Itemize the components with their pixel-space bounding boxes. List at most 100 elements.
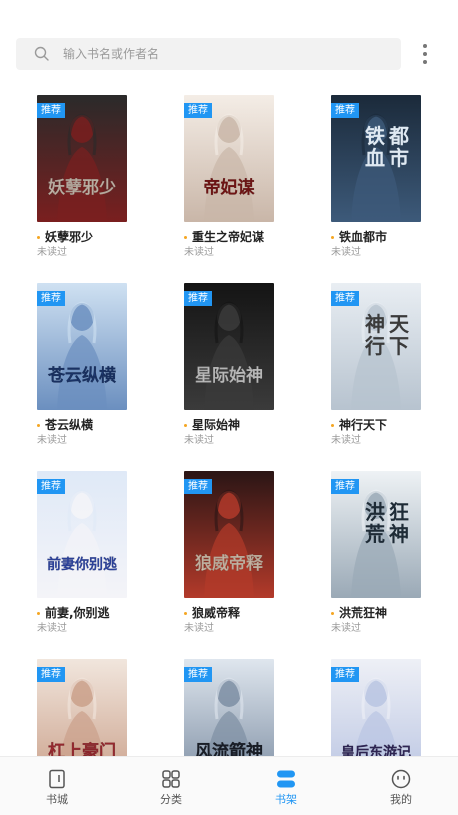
book-title-row: 洪荒狂神 [331, 605, 387, 621]
svg-text:神: 神 [389, 522, 409, 546]
book-title-row: 狼威帝释 [184, 605, 240, 621]
svg-text:帝妃谋: 帝妃谋 [204, 177, 256, 198]
tab-bookshelf[interactable]: 书架 [251, 757, 321, 815]
book-item[interactable]: 苍云纵横 推荐 苍云纵横 未读过 [37, 283, 147, 453]
book-title[interactable]: 前妻,你别逃 [45, 605, 110, 621]
recommend-badge: 推荐 [331, 667, 359, 682]
book-title[interactable]: 铁血都市 [339, 229, 387, 245]
book-cover[interactable]: 妖孽邪少 推荐 [37, 95, 127, 222]
more-dot-icon [423, 52, 427, 56]
tab-label: 书架 [275, 793, 297, 806]
bullet-icon [331, 423, 334, 427]
read-status: 未读过 [184, 623, 214, 634]
more-dot-icon [423, 44, 427, 48]
svg-text:星际始神: 星际始神 [195, 365, 263, 386]
svg-text:狂: 狂 [389, 500, 409, 524]
book-title-row: 妖孽邪少 [37, 229, 93, 245]
book-item[interactable]: 杠上豪门 推荐 [37, 659, 147, 756]
book-item[interactable]: 星际始神 推荐 星际始神 未读过 [184, 283, 294, 453]
read-status: 未读过 [331, 247, 361, 258]
read-status: 未读过 [37, 623, 67, 634]
book-title[interactable]: 神行天下 [339, 417, 387, 433]
tab-profile[interactable]: 我的 [366, 757, 436, 815]
svg-text:杠上豪门: 杠上豪门 [48, 741, 116, 756]
book-item[interactable]: 狼威帝释 推荐狼威帝释未读过 [184, 471, 294, 641]
svg-text:前妻你别逃: 前妻你别逃 [47, 556, 117, 573]
search-icon [34, 46, 49, 61]
search-input[interactable]: 输入书名或作者名 [16, 38, 401, 70]
bottom-tab-bar: 书城 分类 书架 我的 [0, 756, 458, 815]
book-cover[interactable]: 苍云纵横 推荐 [37, 283, 127, 410]
bullet-icon [184, 423, 187, 427]
svg-text:都: 都 [388, 124, 409, 148]
svg-text:荒: 荒 [365, 522, 385, 546]
book-item[interactable]: 神行天下 推荐 神行天下 未读过 [331, 283, 441, 453]
book-item[interactable]: 风流箭神 推荐 [184, 659, 294, 756]
book-title-row: 铁血都市 [331, 229, 387, 245]
read-status: 未读过 [37, 435, 67, 446]
book-cover[interactable]: 帝妃谋 推荐 [184, 95, 274, 222]
bullet-icon [331, 235, 334, 239]
book-item[interactable]: 铁血都市 推荐铁血都市未读过 [331, 95, 441, 265]
svg-text:天: 天 [389, 312, 410, 336]
book-item[interactable]: 洪荒狂神 推荐 洪荒狂神 未读过 [331, 471, 441, 641]
recommend-badge: 推荐 [184, 667, 212, 682]
tab-label: 我的 [390, 793, 412, 806]
book-title-row: 苍云纵横 [37, 417, 93, 433]
recommend-badge: 推荐 [184, 291, 212, 306]
shelf-icon [277, 770, 295, 788]
book-item[interactable]: 皇后东游记 推荐 [331, 659, 441, 756]
recommend-badge: 推荐 [37, 479, 65, 494]
book-cover[interactable]: 星际始神 推荐 [184, 283, 274, 410]
bookshelf-grid: 妖孽邪少 推荐 妖孽邪少 未读过 帝妃谋 推荐 重生之帝妃谋 未读过 铁 血 都… [0, 94, 458, 756]
book-icon [49, 769, 65, 789]
book-cover[interactable]: 皇后东游记 推荐 [331, 659, 421, 756]
book-item[interactable]: 前妻你别逃 推荐前妻,你别逃未读过 [37, 471, 147, 641]
book-cover[interactable]: 狼威帝释 推荐 [184, 471, 274, 598]
book-title[interactable]: 狼威帝释 [192, 605, 240, 621]
read-status: 未读过 [37, 247, 67, 258]
more-menu-button[interactable] [416, 40, 434, 68]
svg-text:市: 市 [389, 146, 409, 170]
tab-bookstore[interactable]: 书城 [22, 757, 92, 815]
bullet-icon [37, 235, 40, 239]
book-item[interactable]: 帝妃谋 推荐重生之帝妃谋未读过 [184, 95, 294, 265]
svg-text:妖孽邪少: 妖孽邪少 [48, 177, 116, 198]
book-cover[interactable]: 杠上豪门 推荐 [37, 659, 127, 756]
svg-text:皇后东游记: 皇后东游记 [341, 744, 411, 756]
book-cover[interactable]: 神行天下 推荐 [331, 283, 421, 410]
search-placeholder: 输入书名或作者名 [63, 47, 160, 61]
grid-icon [162, 770, 180, 788]
book-cover[interactable]: 铁血都市 推荐 [331, 95, 421, 222]
book-cover[interactable]: 洪荒狂神 推荐 [331, 471, 421, 598]
svg-text:神: 神 [365, 312, 385, 336]
svg-text:洪: 洪 [365, 500, 385, 524]
recommend-badge: 推荐 [331, 291, 359, 306]
bullet-icon [184, 235, 187, 239]
svg-text:铁: 铁 [365, 124, 385, 148]
recommend-badge: 推荐 [37, 667, 65, 682]
book-title[interactable]: 星际始神 [192, 417, 240, 433]
book-title-row: 前妻,你别逃 [37, 605, 110, 621]
bullet-icon [331, 611, 334, 615]
svg-text:风流箭神: 风流箭神 [195, 741, 263, 756]
tab-category[interactable]: 分类 [136, 757, 206, 815]
read-status: 未读过 [184, 247, 214, 258]
svg-text:苍云纵横: 苍云纵横 [47, 365, 116, 386]
book-cover[interactable]: 前妻你别逃 推荐 [37, 471, 127, 598]
book-item[interactable]: 妖孽邪少 推荐 妖孽邪少 未读过 [37, 95, 147, 265]
tab-label: 分类 [160, 793, 182, 806]
book-cover[interactable]: 风流箭神 推荐 [184, 659, 274, 756]
book-title[interactable]: 重生之帝妃谋 [192, 229, 264, 245]
book-title-row: 神行天下 [331, 417, 387, 433]
recommend-badge: 推荐 [331, 103, 359, 118]
read-status: 未读过 [184, 435, 214, 446]
more-dot-icon [423, 60, 427, 64]
svg-text:下: 下 [389, 334, 409, 358]
book-title[interactable]: 洪荒狂神 [339, 605, 387, 621]
book-title[interactable]: 妖孽邪少 [45, 229, 93, 245]
tab-label: 书城 [46, 793, 68, 806]
bullet-icon [37, 611, 40, 615]
book-title[interactable]: 苍云纵横 [45, 417, 93, 433]
svg-text:行: 行 [364, 334, 385, 358]
